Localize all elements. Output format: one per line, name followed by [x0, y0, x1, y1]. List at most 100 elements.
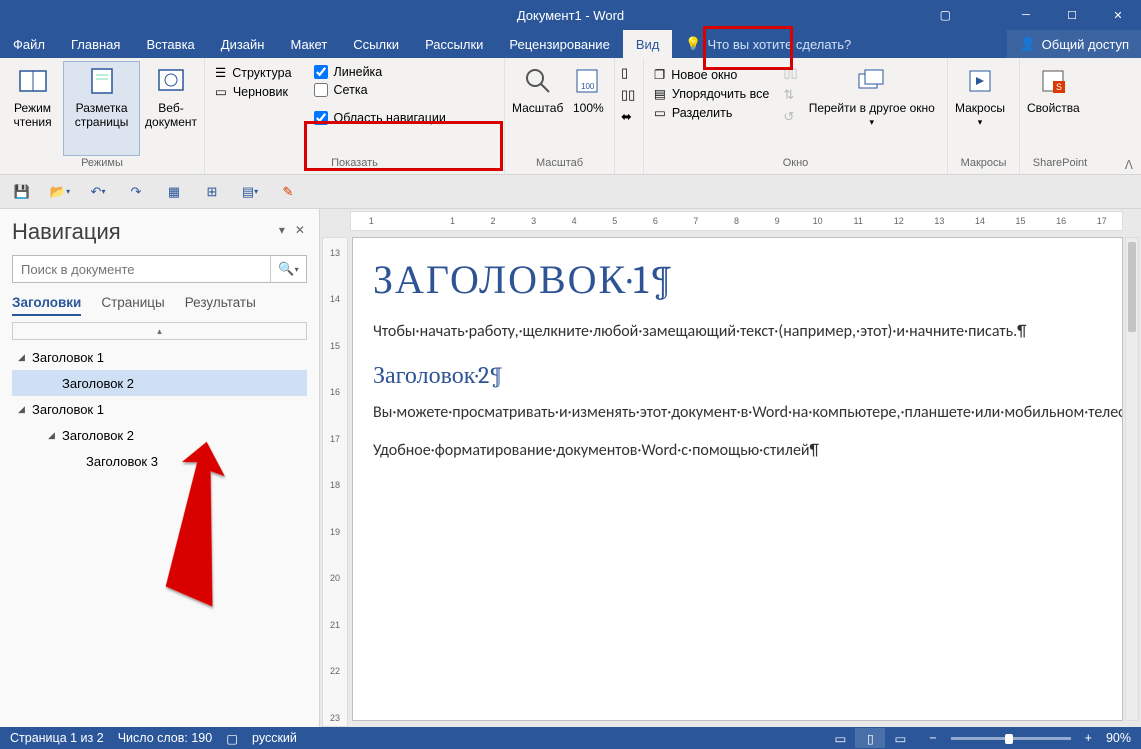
outline-button[interactable]: ☰Структура	[215, 65, 292, 80]
nav-tab-pages[interactable]: Страницы	[101, 295, 164, 316]
draft-button[interactable]: ▭Черновик	[215, 84, 292, 99]
views-group-label: Режимы	[4, 156, 200, 174]
tab-mailings[interactable]: Рассылки	[412, 30, 496, 58]
group-window: ❐Новое окно ▤Упорядочить все ▭Разделить …	[643, 58, 948, 174]
tab-design[interactable]: Дизайн	[208, 30, 278, 58]
page-width-icon[interactable]: ⬌	[621, 109, 635, 125]
one-page-icon[interactable]: ▯	[621, 65, 635, 81]
nav-search-input[interactable]	[13, 256, 270, 282]
navpane-title: Навигация	[12, 219, 121, 245]
tree-item[interactable]: Заголовок 3	[12, 448, 307, 474]
split-icon: ▭	[654, 105, 666, 120]
zoom-button[interactable]: Масштаб	[509, 61, 566, 156]
document-area: 11234567891011121314151617 1314151617181…	[320, 209, 1141, 727]
web-layout-button[interactable]: Веб-документ	[142, 61, 200, 156]
scrollbar-thumb[interactable]	[1128, 242, 1136, 332]
nav-search-button[interactable]: 🔍▾	[270, 256, 306, 282]
tree-item[interactable]: ◢Заголовок 2	[12, 422, 307, 448]
tell-me[interactable]: 💡 Что вы хотите сделать?	[672, 30, 864, 58]
zoom-in-icon[interactable]: +	[1085, 731, 1092, 745]
save-icon[interactable]: 💾	[10, 180, 34, 204]
page-canvas[interactable]: ЗАГОЛОВОК·1¶ Чтобы·начать·работу,·щелкни…	[352, 237, 1123, 721]
nav-tab-results[interactable]: Результаты	[185, 295, 256, 316]
nav-collapse-bar[interactable]: ▴	[12, 322, 307, 340]
vertical-scrollbar[interactable]	[1125, 237, 1139, 721]
ribbon-display-icon[interactable]: ▢	[940, 8, 951, 22]
properties-label: Свойства	[1027, 101, 1080, 115]
properties-button[interactable]: S Свойства	[1024, 61, 1083, 156]
doc-heading-2[interactable]: Заголовок·2¶	[373, 361, 1102, 390]
ruler-check-input[interactable]	[314, 65, 328, 79]
minimize-button[interactable]: ─	[1003, 0, 1049, 30]
navpane-checkbox[interactable]: Область навигации	[314, 111, 446, 125]
tree-label: Заголовок 1	[32, 402, 104, 417]
macros-group-label: Макросы	[952, 156, 1015, 174]
tab-layout[interactable]: Макет	[277, 30, 340, 58]
gridlines-label: Сетка	[334, 83, 368, 97]
tree-item[interactable]: ◢Заголовок 1	[12, 344, 307, 370]
zoom-100-icon: 100	[571, 64, 605, 98]
zoom-out-icon[interactable]: −	[929, 731, 936, 745]
navpane-check-input[interactable]	[314, 111, 328, 125]
multi-page-icon[interactable]: ▯▯	[621, 87, 635, 103]
nav-tab-headings[interactable]: Заголовки	[12, 295, 81, 316]
proofing-icon[interactable]: ▢	[226, 731, 238, 746]
undo-icon[interactable]: ↶▾	[86, 180, 110, 204]
close-button[interactable]: ✕	[1095, 0, 1141, 30]
tree-item[interactable]: Заголовок 2	[12, 370, 307, 396]
redo-icon[interactable]: ↷	[124, 180, 148, 204]
print-layout-button[interactable]: Разметка страницы	[63, 61, 140, 156]
zoom-100-button[interactable]: 100 100%	[568, 61, 608, 156]
macros-button[interactable]: Макросы▾	[952, 61, 1008, 156]
properties-icon: S	[1036, 64, 1070, 98]
zoom-slider[interactable]	[951, 737, 1071, 740]
status-page[interactable]: Страница 1 из 2	[10, 731, 104, 745]
insert-table-icon[interactable]: ⊞	[200, 180, 224, 204]
read-view-icon[interactable]: ▭	[825, 728, 855, 748]
open-icon[interactable]: 📂▾	[48, 180, 72, 204]
web-view-icon[interactable]: ▭	[885, 728, 915, 748]
main-tabs: Файл Главная Вставка Дизайн Макет Ссылки…	[0, 30, 1141, 58]
draft-icon: ▭	[215, 84, 227, 99]
read-mode-label: Режим чтения	[7, 101, 58, 129]
tree-item[interactable]: ◢Заголовок 1	[12, 396, 307, 422]
doc-paragraph[interactable]: Удобное·форматирование·документов·Word·с…	[373, 438, 1102, 464]
read-mode-button[interactable]: Режим чтения	[4, 61, 61, 156]
status-words[interactable]: Число слов: 190	[118, 731, 213, 745]
maximize-button[interactable]: ☐	[1049, 0, 1095, 30]
nav-tabs: Заголовки Страницы Результаты	[12, 295, 307, 316]
group-pageview: ▯ ▯▯ ⬌	[615, 58, 643, 174]
nav-tree: ◢Заголовок 1 Заголовок 2 ◢Заголовок 1 ◢З…	[12, 344, 307, 474]
table-icon[interactable]: ▦	[162, 180, 186, 204]
tab-insert[interactable]: Вставка	[133, 30, 207, 58]
ruler-checkbox[interactable]: Линейка	[314, 65, 446, 79]
tab-home[interactable]: Главная	[58, 30, 133, 58]
tab-review[interactable]: Рецензирование	[496, 30, 622, 58]
gridlines-check-input[interactable]	[314, 83, 328, 97]
switch-windows-button[interactable]: Перейти в другое окно▾	[806, 61, 938, 156]
svg-text:S: S	[1056, 82, 1062, 92]
doc-paragraph[interactable]: Чтобы·начать·работу,·щелкните·любой·заме…	[373, 319, 1102, 345]
vertical-ruler[interactable]: 1314151617181920212223	[322, 237, 348, 727]
navpane-close[interactable]: ▾ ✕	[279, 223, 305, 237]
tell-me-label: Что вы хотите сделать?	[708, 37, 852, 52]
arrange-all-button[interactable]: ▤Упорядочить все	[648, 84, 775, 103]
collapse-ribbon-icon[interactable]: ᐱ	[1125, 158, 1133, 172]
clear-format-icon[interactable]: ✎	[276, 180, 300, 204]
split-button[interactable]: ▭Разделить	[648, 103, 775, 122]
new-window-button[interactable]: ❐Новое окно	[648, 65, 775, 84]
doc-heading-1[interactable]: ЗАГОЛОВОК·1¶	[373, 256, 1102, 303]
tab-view[interactable]: Вид	[623, 30, 673, 58]
horizontal-ruler[interactable]: 11234567891011121314151617	[350, 211, 1123, 231]
share-button[interactable]: 👤 Общий доступ	[1007, 30, 1141, 58]
status-language[interactable]: русский	[252, 731, 297, 745]
tab-file[interactable]: Файл	[0, 30, 58, 58]
gridlines-checkbox[interactable]: Сетка	[314, 83, 446, 97]
doc-paragraph[interactable]: Вы·можете·просматривать·и·изменять·этот·…	[373, 400, 1102, 426]
zoom-label: Масштаб	[512, 101, 563, 115]
zoom-level[interactable]: 90%	[1106, 731, 1131, 745]
print-view-icon[interactable]: ▯	[855, 728, 885, 748]
tab-references[interactable]: Ссылки	[340, 30, 412, 58]
zoom-slider-thumb[interactable]	[1005, 734, 1013, 744]
borders-icon[interactable]: ▤▾	[238, 180, 262, 204]
